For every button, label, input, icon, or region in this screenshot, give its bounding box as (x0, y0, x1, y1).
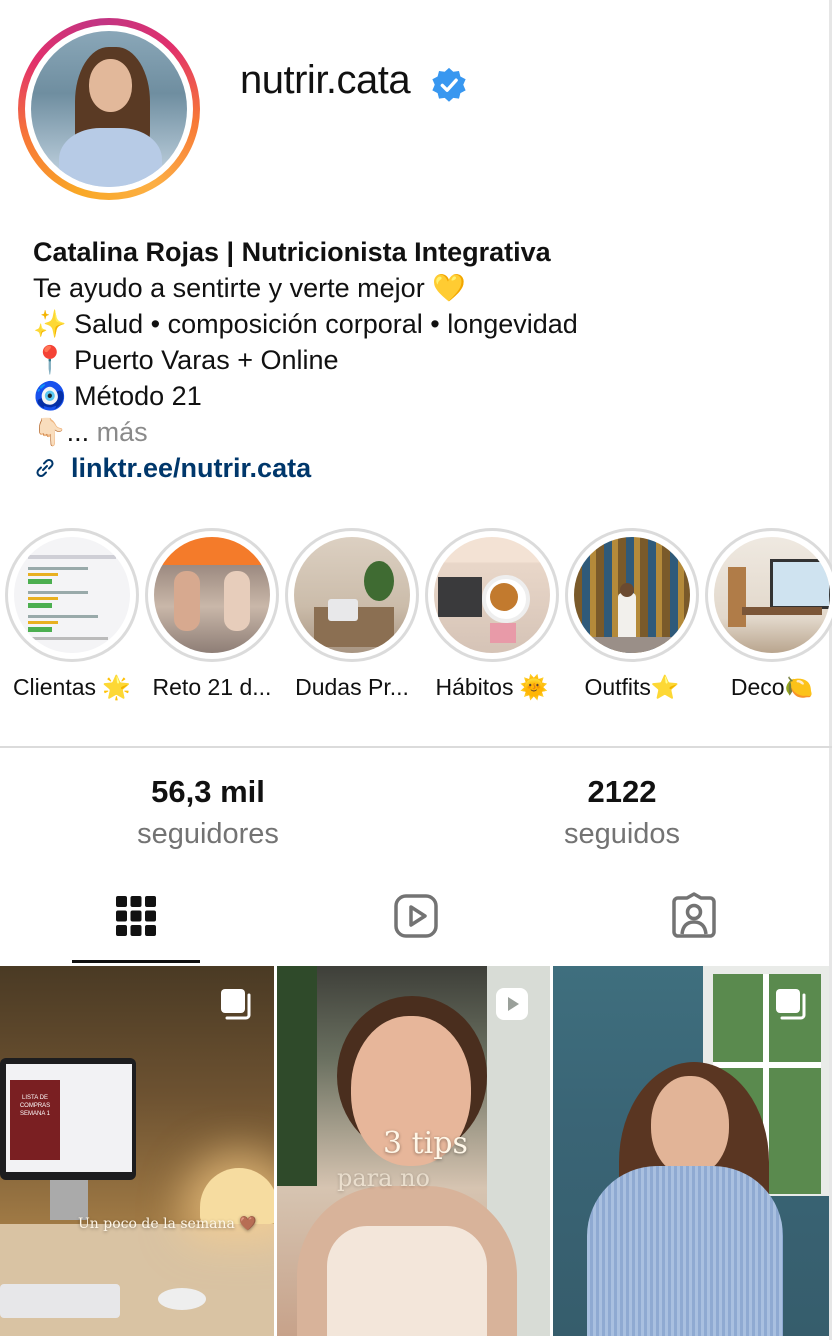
monitor-screen-title: LISTA DE COMPRAS SEMANA 1 (19, 1095, 51, 1117)
highlight-label: Deco🍋 (730, 674, 814, 700)
post-monitor: LISTA DE COMPRAS SEMANA 1 (0, 1058, 136, 1180)
bio-link-text: linktr.ee/nutrir.cata (71, 453, 312, 483)
bio-line-2: ✨ Salud • composición corporal • longevi… (33, 309, 578, 339)
post-tile[interactable]: LISTA DE COMPRAS SEMANA 1 Un poco de la … (0, 966, 274, 1336)
highlight-cover (14, 537, 130, 653)
highlight-cover (574, 537, 690, 653)
section-divider (0, 746, 832, 748)
post-tile[interactable]: 3 tips para no (277, 966, 550, 1336)
carousel-icon (221, 989, 251, 1020)
highlight-cover (714, 537, 830, 653)
grid-icon (116, 896, 156, 936)
link-icon (36, 458, 54, 478)
highlight-label: Reto 21 d... (152, 674, 272, 700)
bio-line-1: Te ayudo a sentirte y verte mejor 💛 (33, 273, 466, 303)
highlight-label: Outfits⭐ (584, 674, 680, 700)
highlight-habitos[interactable]: Hábitos 🌞 (422, 528, 562, 701)
tagged-icon (672, 892, 716, 938)
followers-stat[interactable]: 56,3 mil seguidores (58, 774, 358, 851)
bio-line-3: 📍 Puerto Varas + Online (33, 345, 339, 375)
post-caption-overlay: Un poco de la semana 🤎 (78, 1216, 257, 1232)
verified-badge-icon (432, 67, 466, 102)
bio-line-4: 🧿 Método 21 (33, 381, 202, 411)
highlight-deco[interactable]: Deco🍋 (702, 528, 832, 701)
highlight-cover (434, 537, 550, 653)
post-bg-plants (277, 966, 317, 1186)
bio-line-5: 👇🏻... (33, 417, 90, 447)
highlight-clientas[interactable]: Clientas 🌟 (2, 528, 142, 701)
highlight-label: Dudas Pr... (295, 674, 409, 700)
post-reel-overlay-1: 3 tips (383, 1126, 468, 1161)
tab-reels[interactable] (346, 892, 486, 964)
profile-username: nutrir.cata (240, 58, 411, 102)
following-stat[interactable]: 2122 seguidos (472, 774, 772, 851)
carousel-icon (776, 989, 806, 1020)
highlight-outfits[interactable]: Outfits⭐ (562, 528, 702, 701)
profile-avatar[interactable] (18, 18, 200, 200)
bio-more-row: 👇🏻... más (33, 414, 578, 450)
tab-tagged[interactable] (624, 892, 764, 964)
highlight-dudas[interactable]: Dudas Pr... (282, 528, 422, 701)
profile-bio: Catalina Rojas | Nutricionista Integrati… (33, 234, 578, 486)
post-shirt (587, 1166, 783, 1336)
followers-count: 56,3 mil (151, 774, 265, 809)
avatar-photo (31, 31, 187, 187)
highlight-label: Hábitos 🌞 (435, 674, 549, 700)
following-label: seguidos (563, 818, 681, 850)
highlight-reto-21[interactable]: Reto 21 d... (142, 528, 282, 701)
tab-posts[interactable] (66, 892, 206, 964)
bio-more-button[interactable]: más (97, 417, 148, 447)
post-reel-overlay-2: para no (337, 1164, 430, 1192)
following-count: 2122 (587, 774, 657, 809)
highlight-cover (294, 537, 410, 653)
followers-label: seguidores (137, 818, 279, 850)
post-face (651, 1076, 729, 1176)
bio-name: Catalina Rojas | Nutricionista Integrati… (33, 237, 551, 267)
highlight-cover (154, 537, 270, 653)
highlight-label: Clientas 🌟 (12, 674, 132, 700)
active-tab-indicator (72, 960, 200, 963)
reel-icon (496, 988, 528, 1020)
post-tile[interactable] (553, 966, 829, 1336)
reels-icon (394, 894, 438, 938)
story-highlights: Clientas 🌟 Reto 21 d... Dudas Pr... Hábi… (0, 528, 832, 708)
bio-link[interactable]: linktr.ee/nutrir.cata (33, 450, 578, 486)
